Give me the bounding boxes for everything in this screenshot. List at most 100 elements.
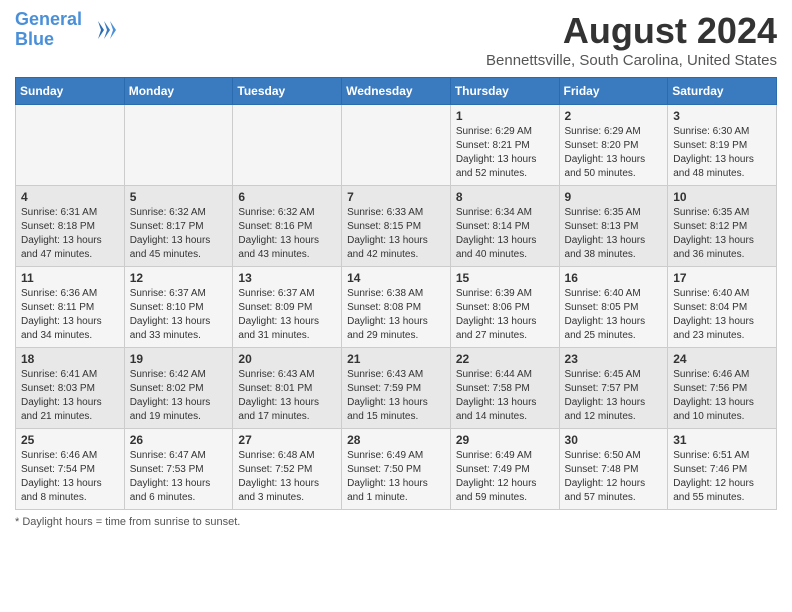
month-title: August 2024 bbox=[486, 10, 777, 52]
day-cell: 20 Sunrise: 6:43 AM Sunset: 8:01 PM Dayli… bbox=[233, 348, 342, 429]
day-cell: 30Sunrise: 6:50 AM Sunset: 7:48 PM Dayli… bbox=[559, 429, 668, 510]
day-info: Sunrise: 6:46 AM Sunset: 7:54 PM Dayligh… bbox=[21, 449, 119, 505]
day-cell: 31 Sunrise: 6:51 AM Sunset: 7:46 PM Dayli… bbox=[668, 429, 777, 510]
title-block: August 2024 Bennettsville, South Carolin… bbox=[486, 10, 777, 69]
day-number: 24 bbox=[673, 352, 771, 366]
calendar-header: SundayMondayTuesdayWednesdayThursdayFrid… bbox=[16, 78, 777, 105]
week-row-2: 4Sunrise: 6:31 AM Sunset: 8:18 PM Daylig… bbox=[16, 186, 777, 267]
day-info: Sunrise: 6:46 AM Sunset: 7:56 PM Dayligh… bbox=[673, 368, 771, 424]
day-info: Sunrise: 6:48 AM Sunset: 7:52 PM Dayligh… bbox=[238, 449, 336, 505]
day-cell: 23 Sunrise: 6:45 AM Sunset: 7:57 PM Dayli… bbox=[559, 348, 668, 429]
day-cell: 26 Sunrise: 6:47 AM Sunset: 7:53 PM Dayli… bbox=[124, 429, 233, 510]
day-number: 27 bbox=[238, 433, 336, 447]
day-number: 12 bbox=[130, 271, 228, 285]
week-row-3: 11Sunrise: 6:36 AM Sunset: 8:11 PM Dayli… bbox=[16, 267, 777, 348]
day-cell: 21Sunrise: 6:43 AM Sunset: 7:59 PM Dayli… bbox=[342, 348, 451, 429]
header-tuesday: Tuesday bbox=[233, 78, 342, 105]
day-info: Sunrise: 6:39 AM Sunset: 8:06 PM Dayligh… bbox=[456, 287, 554, 343]
header-thursday: Thursday bbox=[450, 78, 559, 105]
day-number: 3 bbox=[673, 109, 771, 123]
day-cell: 18 Sunrise: 6:41 AM Sunset: 8:03 PM Dayli… bbox=[16, 348, 125, 429]
day-number: 1 bbox=[456, 109, 554, 123]
day-cell: 5 Sunrise: 6:32 AM Sunset: 8:17 PM Daylig… bbox=[124, 186, 233, 267]
day-cell: 12Sunrise: 6:37 AM Sunset: 8:10 PM Dayli… bbox=[124, 267, 233, 348]
day-number: 29 bbox=[456, 433, 554, 447]
day-info: Sunrise: 6:42 AM Sunset: 8:02 PM Dayligh… bbox=[130, 368, 228, 424]
day-number: 7 bbox=[347, 190, 445, 204]
day-cell: 22Sunrise: 6:44 AM Sunset: 7:58 PM Dayli… bbox=[450, 348, 559, 429]
day-number: 31 bbox=[673, 433, 771, 447]
day-number: 8 bbox=[456, 190, 554, 204]
day-cell: 27 Sunrise: 6:48 AM Sunset: 7:52 PM Dayli… bbox=[233, 429, 342, 510]
day-number: 23 bbox=[565, 352, 663, 366]
day-cell: 16 Sunrise: 6:40 AM Sunset: 8:05 PM Dayli… bbox=[559, 267, 668, 348]
day-number: 15 bbox=[456, 271, 554, 285]
day-info: Sunrise: 6:32 AM Sunset: 8:17 PM Dayligh… bbox=[130, 206, 228, 262]
calendar-table: SundayMondayTuesdayWednesdayThursdayFrid… bbox=[15, 77, 777, 510]
logo: GeneralBlue bbox=[15, 10, 116, 50]
day-cell: 15 Sunrise: 6:39 AM Sunset: 8:06 PM Dayli… bbox=[450, 267, 559, 348]
day-number: 2 bbox=[565, 109, 663, 123]
day-info: Sunrise: 6:37 AM Sunset: 8:09 PM Dayligh… bbox=[238, 287, 336, 343]
header-monday: Monday bbox=[124, 78, 233, 105]
day-cell: 10 Sunrise: 6:35 AM Sunset: 8:12 PM Dayli… bbox=[668, 186, 777, 267]
day-number: 5 bbox=[130, 190, 228, 204]
day-info: Sunrise: 6:35 AM Sunset: 8:12 PM Dayligh… bbox=[673, 206, 771, 262]
day-cell: 19 Sunrise: 6:42 AM Sunset: 8:02 PM Dayli… bbox=[124, 348, 233, 429]
day-cell: 11Sunrise: 6:36 AM Sunset: 8:11 PM Dayli… bbox=[16, 267, 125, 348]
day-number: 18 bbox=[21, 352, 119, 366]
day-cell: 4Sunrise: 6:31 AM Sunset: 8:18 PM Daylig… bbox=[16, 186, 125, 267]
day-number: 22 bbox=[456, 352, 554, 366]
day-info: Sunrise: 6:49 AM Sunset: 7:49 PM Dayligh… bbox=[456, 449, 554, 505]
day-number: 30 bbox=[565, 433, 663, 447]
day-cell: 25Sunrise: 6:46 AM Sunset: 7:54 PM Dayli… bbox=[16, 429, 125, 510]
day-number: 14 bbox=[347, 271, 445, 285]
day-number: 11 bbox=[21, 271, 119, 285]
day-number: 26 bbox=[130, 433, 228, 447]
day-cell: 1 Sunrise: 6:29 AM Sunset: 8:21 PM Daylig… bbox=[450, 105, 559, 186]
day-info: Sunrise: 6:38 AM Sunset: 8:08 PM Dayligh… bbox=[347, 287, 445, 343]
header-friday: Friday bbox=[559, 78, 668, 105]
day-number: 19 bbox=[130, 352, 228, 366]
day-info: Sunrise: 6:35 AM Sunset: 8:13 PM Dayligh… bbox=[565, 206, 663, 262]
day-info: Sunrise: 6:43 AM Sunset: 7:59 PM Dayligh… bbox=[347, 368, 445, 424]
day-cell bbox=[233, 105, 342, 186]
day-number: 17 bbox=[673, 271, 771, 285]
day-info: Sunrise: 6:51 AM Sunset: 7:46 PM Dayligh… bbox=[673, 449, 771, 505]
day-info: Sunrise: 6:34 AM Sunset: 8:14 PM Dayligh… bbox=[456, 206, 554, 262]
day-cell: 9Sunrise: 6:35 AM Sunset: 8:13 PM Daylig… bbox=[559, 186, 668, 267]
day-info: Sunrise: 6:29 AM Sunset: 8:21 PM Dayligh… bbox=[456, 125, 554, 181]
day-info: Sunrise: 6:43 AM Sunset: 8:01 PM Dayligh… bbox=[238, 368, 336, 424]
day-info: Sunrise: 6:40 AM Sunset: 8:04 PM Dayligh… bbox=[673, 287, 771, 343]
logo-icon bbox=[86, 15, 116, 45]
day-info: Sunrise: 6:29 AM Sunset: 8:20 PM Dayligh… bbox=[565, 125, 663, 181]
week-row-4: 18 Sunrise: 6:41 AM Sunset: 8:03 PM Dayli… bbox=[16, 348, 777, 429]
day-cell: 14 Sunrise: 6:38 AM Sunset: 8:08 PM Dayli… bbox=[342, 267, 451, 348]
day-info: Sunrise: 6:49 AM Sunset: 7:50 PM Dayligh… bbox=[347, 449, 445, 505]
day-cell: 28Sunrise: 6:49 AM Sunset: 7:50 PM Dayli… bbox=[342, 429, 451, 510]
day-cell: 7 Sunrise: 6:33 AM Sunset: 8:15 PM Daylig… bbox=[342, 186, 451, 267]
day-cell bbox=[342, 105, 451, 186]
location-subtitle: Bennettsville, South Carolina, United St… bbox=[486, 52, 777, 69]
day-info: Sunrise: 6:45 AM Sunset: 7:57 PM Dayligh… bbox=[565, 368, 663, 424]
week-row-1: 1 Sunrise: 6:29 AM Sunset: 8:21 PM Daylig… bbox=[16, 105, 777, 186]
day-cell: 3 Sunrise: 6:30 AM Sunset: 8:19 PM Daylig… bbox=[668, 105, 777, 186]
day-number: 10 bbox=[673, 190, 771, 204]
day-cell: 8 Sunrise: 6:34 AM Sunset: 8:14 PM Daylig… bbox=[450, 186, 559, 267]
day-info: Sunrise: 6:33 AM Sunset: 8:15 PM Dayligh… bbox=[347, 206, 445, 262]
day-cell: 17 Sunrise: 6:40 AM Sunset: 8:04 PM Dayli… bbox=[668, 267, 777, 348]
day-number: 16 bbox=[565, 271, 663, 285]
day-number: 6 bbox=[238, 190, 336, 204]
day-cell: 13 Sunrise: 6:37 AM Sunset: 8:09 PM Dayli… bbox=[233, 267, 342, 348]
day-cell: 24 Sunrise: 6:46 AM Sunset: 7:56 PM Dayli… bbox=[668, 348, 777, 429]
day-info: Sunrise: 6:41 AM Sunset: 8:03 PM Dayligh… bbox=[21, 368, 119, 424]
day-number: 20 bbox=[238, 352, 336, 366]
header-row: SundayMondayTuesdayWednesdayThursdayFrid… bbox=[16, 78, 777, 105]
header-wednesday: Wednesday bbox=[342, 78, 451, 105]
day-info: Sunrise: 6:47 AM Sunset: 7:53 PM Dayligh… bbox=[130, 449, 228, 505]
day-info: Sunrise: 6:40 AM Sunset: 8:05 PM Dayligh… bbox=[565, 287, 663, 343]
day-number: 13 bbox=[238, 271, 336, 285]
calendar-body: 1 Sunrise: 6:29 AM Sunset: 8:21 PM Daylig… bbox=[16, 105, 777, 510]
day-info: Sunrise: 6:30 AM Sunset: 8:19 PM Dayligh… bbox=[673, 125, 771, 181]
page-header: GeneralBlue August 2024 Bennettsville, S… bbox=[15, 10, 777, 69]
